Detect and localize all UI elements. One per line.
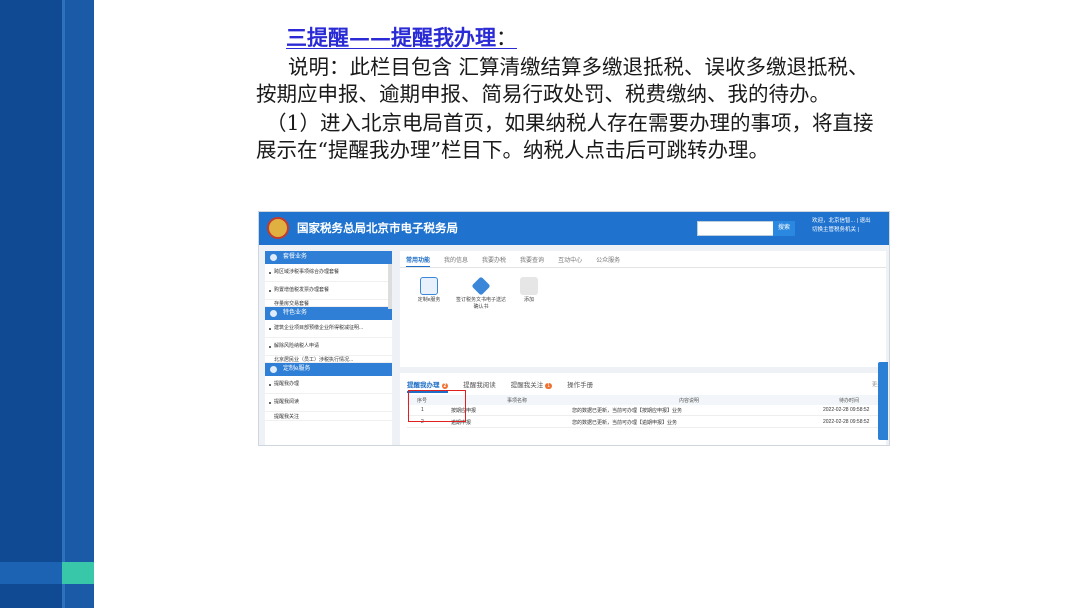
tax-emblem-icon xyxy=(267,217,289,239)
sidebar-item-remind-handle[interactable]: 提醒我办理 xyxy=(265,376,392,394)
search-button[interactable]: 搜索 xyxy=(773,221,795,236)
sidebar-item[interactable]: 解除风险纳税人申请 xyxy=(265,338,392,356)
tab-label: 提醒我阅读 xyxy=(463,382,496,389)
function-sign-document[interactable]: 签订税务文书电子送达确认书 xyxy=(456,276,507,311)
left-bar-dark-stripe xyxy=(0,0,62,608)
column-header: 内容说明 xyxy=(679,398,700,404)
floating-side-tab[interactable] xyxy=(878,362,888,440)
table-row[interactable]: 1 按期应申报 您的数据已更新，当前可办理【按期应申报】业务 2022-02-2… xyxy=(407,405,879,416)
tab-label: 提醒我办理 xyxy=(407,382,440,389)
table-cell: 您的数据已更新，当前可办理【按期应申报】业务 xyxy=(572,408,683,414)
user-icon xyxy=(270,366,277,373)
sidebar-item[interactable]: 建筑企业项目部预缴企业所得税减征明... xyxy=(265,320,392,338)
site-header: 国家税务总局北京市电子税务局 搜索 欢迎，北京信智... | 退出 切换主管税务… xyxy=(259,212,889,245)
person-icon xyxy=(420,277,438,295)
sidebar-item[interactable]: 存量房交易套餐 xyxy=(265,300,392,307)
site-title: 国家税务总局北京市电子税务局 xyxy=(297,223,458,235)
slide-heading-colon: ： xyxy=(496,26,517,50)
function-label: 添加 xyxy=(523,297,534,303)
function-custom-service[interactable]: 定制e服务 xyxy=(404,277,454,304)
tab-label: 提醒我关注 xyxy=(510,382,544,389)
highlight-box xyxy=(408,390,466,422)
checkmark-icon xyxy=(471,276,491,296)
left-bar-line xyxy=(62,0,65,608)
column-header: 事项名称 xyxy=(507,398,528,404)
table-cell: 2022-02-28 09:58:52 xyxy=(823,419,870,425)
count-badge: 2 xyxy=(441,383,449,389)
add-icon xyxy=(520,277,538,295)
reminder-panel: 提醒我办理 2 提醒我阅读 提醒我关注 1 操作手册 更多 序号 事项名称 内容说明… xyxy=(400,373,886,445)
table-cell: 您的数据已更新，当前可办理【逾期申报】业务 xyxy=(572,420,678,426)
left-decorative-bar xyxy=(0,0,94,608)
sidebar-section-label: 定制e服务 xyxy=(283,366,311,372)
search-input[interactable] xyxy=(697,221,775,236)
sidebar-section-special[interactable]: 特色业务 xyxy=(265,307,392,320)
function-label: 定制e服务 xyxy=(417,297,441,303)
package-icon xyxy=(270,254,277,261)
user-info-line2[interactable]: 切换主管税务机关 | xyxy=(812,226,887,235)
table-header: 序号 事项名称 内容说明 待办时间 xyxy=(407,395,879,405)
sidebar-item[interactable]: 北京居民业（员工）涉税执行情况... xyxy=(265,356,392,363)
tab-manual[interactable]: 操作手册 xyxy=(567,379,593,393)
sidebar-scrollbar[interactable] xyxy=(388,264,392,309)
user-info: 欢迎，北京信智... | 退出 切换主管税务机关 | xyxy=(812,217,887,235)
slide-heading-text: 三提醒——提醒我办理 xyxy=(286,25,496,50)
slide-paragraph-2: （1）进入北京电局首页，如果纳税人存在需要办理的事项，将直接展示在“提醒我办理”… xyxy=(256,111,874,162)
functions-panel: 常用功能 我的信息 我要办税 我要查询 互动中心 公众服务 定制e服务 签订税务… xyxy=(400,251,886,367)
tab-remind-follow[interactable]: 提醒我关注 1 xyxy=(510,379,553,393)
sidebar-item[interactable]: 购置增值税发票办理套餐 xyxy=(265,282,392,300)
function-add[interactable]: 添加 xyxy=(504,277,554,304)
sidebar: 套餐业务 跨区域涉税事项综合办理套餐 购置增值税发票办理套餐 存量房交易套餐 特… xyxy=(265,251,392,445)
function-label: 签订税务文书电子送达确认书 xyxy=(456,297,507,310)
slide-heading: 三提醒——提醒我办理： xyxy=(286,22,876,54)
tab-remind-read[interactable]: 提醒我阅读 xyxy=(463,379,496,393)
table-cell: 2022-02-28 09:58:52 xyxy=(823,407,870,413)
column-header: 待办时间 xyxy=(839,398,860,404)
left-bar-band xyxy=(0,562,62,584)
table-row[interactable]: 2 逾期申报 您的数据已更新，当前可办理【逾期申报】业务 2022-02-28 … xyxy=(407,417,879,428)
slide-text-block: 三提醒——提醒我办理： 说明：此栏目包含 汇算清缴结算多缴退抵税、误收多缴退抵税… xyxy=(256,22,876,164)
star-icon xyxy=(270,310,277,317)
tab-label: 操作手册 xyxy=(567,382,594,389)
user-info-line1[interactable]: 欢迎，北京信智... | 退出 xyxy=(812,217,887,226)
sidebar-item-remind-follow[interactable]: 提醒我关注 xyxy=(265,412,392,421)
tab-divider xyxy=(400,267,886,268)
sidebar-section-label: 套餐业务 xyxy=(283,254,308,260)
sidebar-item-remind-read[interactable]: 提醒我阅读 xyxy=(265,394,392,412)
sidebar-item[interactable]: 跨区域涉税事项综合办理套餐 xyxy=(265,264,392,282)
embedded-screenshot: 国家税务总局北京市电子税务局 搜索 欢迎，北京信智... | 退出 切换主管税务… xyxy=(258,211,890,446)
sidebar-section-package[interactable]: 套餐业务 xyxy=(265,251,392,264)
slide-paragraph-1: 说明：此栏目包含 汇算清缴结算多缴退抵税、误收多缴退抵税、按期应申报、逾期申报、… xyxy=(256,55,869,106)
left-bar-teal-accent xyxy=(62,562,94,584)
sidebar-section-label: 特色业务 xyxy=(283,310,308,316)
count-badge: 1 xyxy=(545,383,553,389)
sidebar-section-custom[interactable]: 定制e服务 xyxy=(265,363,392,376)
